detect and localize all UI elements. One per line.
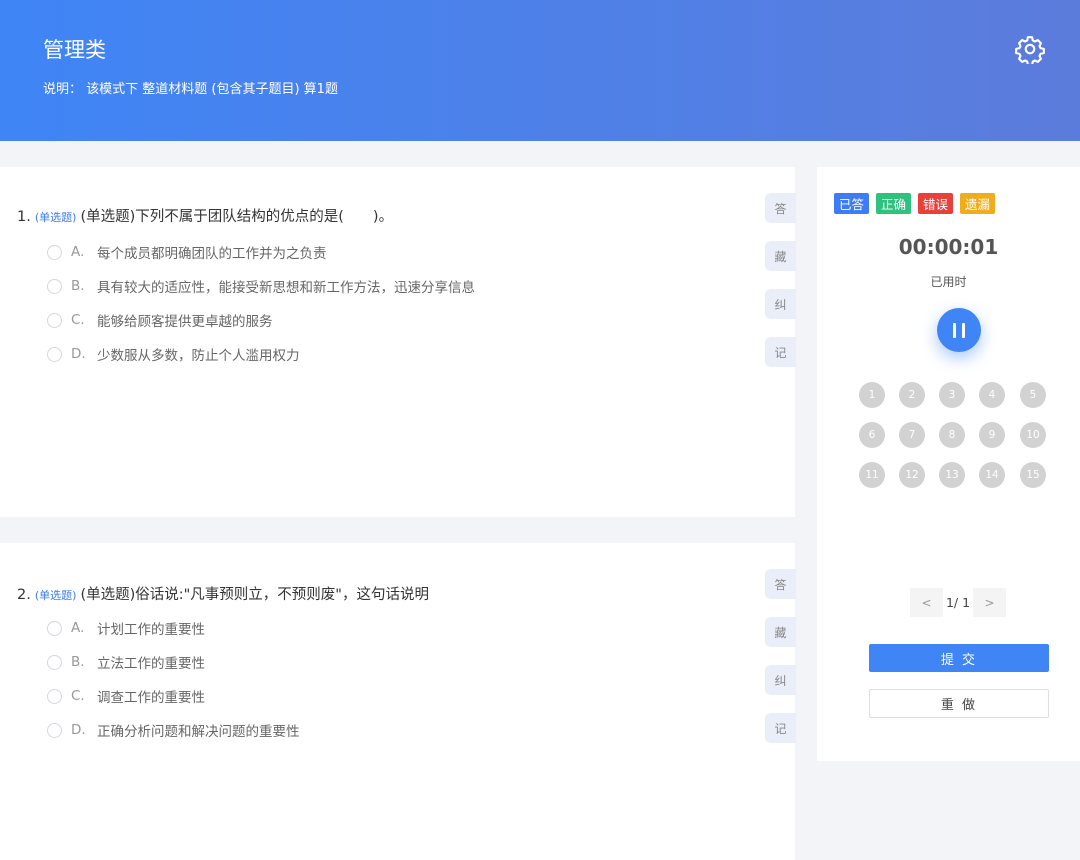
pause-button[interactable]: [937, 308, 981, 352]
pagination: < 1/ 1 >: [910, 588, 1006, 617]
question-title: 1. (单选题) (单选题)下列不属于团队结构的优点的是( )。: [17, 205, 393, 226]
question-card-1: 1. (单选题) (单选题)下列不属于团队结构的优点的是( )。 A. 每个成员都明…: [0, 167, 796, 517]
favorite-button[interactable]: 藏: [765, 617, 796, 647]
option-letter: A.: [71, 244, 85, 260]
question-number-circle[interactable]: 10: [1020, 422, 1046, 448]
question-number-circle[interactable]: 3: [939, 382, 965, 408]
next-page-button[interactable]: >: [973, 588, 1006, 617]
page-title: 管理类: [43, 38, 106, 62]
note-button[interactable]: 记: [765, 713, 796, 743]
option-b[interactable]: B. 具有较大的适应性，能接受新思想和新工作方法，迅速分享信息: [47, 276, 475, 296]
question-number-circle[interactable]: 11: [859, 462, 885, 488]
option-text: 具有较大的适应性，能接受新思想和新工作方法，迅速分享信息: [97, 280, 475, 296]
option-a[interactable]: A. 计划工作的重要性: [47, 618, 205, 638]
question-text: (单选题)俗话说:"凡事预则立，不预则废"，这句话说明: [80, 587, 429, 603]
redo-button[interactable]: 重 做: [869, 689, 1049, 718]
page-indicator: 1/ 1: [945, 595, 971, 610]
radio-button[interactable]: [47, 244, 62, 260]
radio-button[interactable]: [47, 312, 62, 328]
radio-button[interactable]: [47, 346, 62, 362]
question-number-circle[interactable]: 4: [979, 382, 1005, 408]
option-c[interactable]: C. 调查工作的重要性: [47, 686, 205, 706]
question-number-circle[interactable]: 1: [859, 382, 885, 408]
question-type-tag: (单选题): [34, 589, 77, 602]
legend-wrong: 错误: [918, 193, 954, 214]
option-text: 计划工作的重要性: [97, 622, 205, 638]
option-letter: C.: [71, 688, 85, 704]
report-error-button[interactable]: 纠: [765, 289, 796, 319]
header-banner: 管理类 说明： 该模式下 整道材料题 (包含其子题目) 算1题: [0, 0, 1080, 141]
legend-correct: 正确: [876, 193, 912, 214]
option-letter: D.: [71, 722, 86, 738]
option-d[interactable]: D. 少数服从多数，防止个人滥用权力: [47, 344, 300, 364]
legend-missed: 遗漏: [960, 193, 996, 214]
answer-sheet-panel: 已答 正确 错误 遗漏 00:00:01 已用时 1 2 3 4 5 6 7 8 9 10 11 12…: [817, 167, 1080, 761]
radio-button[interactable]: [47, 278, 62, 294]
question-number-circle[interactable]: 2: [899, 382, 925, 408]
question-number-circle[interactable]: 5: [1020, 382, 1046, 408]
radio-button[interactable]: [47, 722, 62, 738]
option-text: 每个成员都明确团队的工作并为之负责: [97, 246, 327, 262]
question-title: 2. (单选题) (单选题)俗话说:"凡事预则立，不预则废"，这句话说明: [17, 583, 429, 604]
question-number-circle[interactable]: 6: [859, 422, 885, 448]
question-number: 2.: [17, 587, 31, 603]
question-number: 1.: [17, 209, 31, 225]
show-answer-button[interactable]: 答: [765, 569, 796, 599]
show-answer-button[interactable]: 答: [765, 193, 796, 223]
question-text: (单选题)下列不属于团队结构的优点的是( )。: [80, 209, 394, 225]
option-text: 调查工作的重要性: [97, 690, 205, 706]
gear-icon[interactable]: [1015, 34, 1045, 64]
question-number-circle[interactable]: 8: [939, 422, 965, 448]
option-letter: A.: [71, 620, 85, 636]
question-number-circle[interactable]: 13: [939, 462, 965, 488]
option-d[interactable]: D. 正确分析问题和解决问题的重要性: [47, 720, 300, 740]
question-type-tag: (单选题): [34, 211, 77, 224]
option-letter: C.: [71, 312, 85, 328]
option-letter: D.: [71, 346, 86, 362]
option-text: 立法工作的重要性: [97, 656, 205, 672]
radio-button[interactable]: [47, 654, 62, 670]
question-number-circle[interactable]: 15: [1020, 462, 1046, 488]
option-b[interactable]: B. 立法工作的重要性: [47, 652, 205, 672]
legend-answered: 已答: [834, 193, 870, 214]
favorite-button[interactable]: 藏: [765, 241, 796, 271]
prev-page-button[interactable]: <: [910, 588, 943, 617]
option-a[interactable]: A. 每个成员都明确团队的工作并为之负责: [47, 242, 327, 262]
submit-button[interactable]: 提 交: [869, 644, 1049, 672]
elapsed-timer: 00:00:01: [898, 235, 999, 259]
option-letter: B.: [71, 278, 85, 294]
option-text: 能够给顾客提供更卓越的服务: [97, 314, 273, 330]
option-text: 正确分析问题和解决问题的重要性: [97, 724, 300, 740]
timer-label: 已用时: [930, 275, 967, 289]
report-error-button[interactable]: 纠: [765, 665, 796, 695]
option-text: 少数服从多数，防止个人滥用权力: [97, 348, 300, 364]
question-number-circle[interactable]: 12: [899, 462, 925, 488]
note-button[interactable]: 记: [765, 337, 796, 367]
option-c[interactable]: C. 能够给顾客提供更卓越的服务: [47, 310, 273, 330]
question-number-circle[interactable]: 9: [979, 422, 1005, 448]
radio-button[interactable]: [47, 620, 62, 636]
option-letter: B.: [71, 654, 85, 670]
question-card-2: 2. (单选题) (单选题)俗话说:"凡事预则立，不预则废"，这句话说明 A. 计划…: [0, 543, 796, 860]
mode-description: 说明： 该模式下 整道材料题 (包含其子题目) 算1题: [43, 82, 338, 97]
question-number-circle[interactable]: 14: [979, 462, 1005, 488]
radio-button[interactable]: [47, 688, 62, 704]
pause-icon: [950, 322, 968, 338]
question-number-circle[interactable]: 7: [899, 422, 925, 448]
